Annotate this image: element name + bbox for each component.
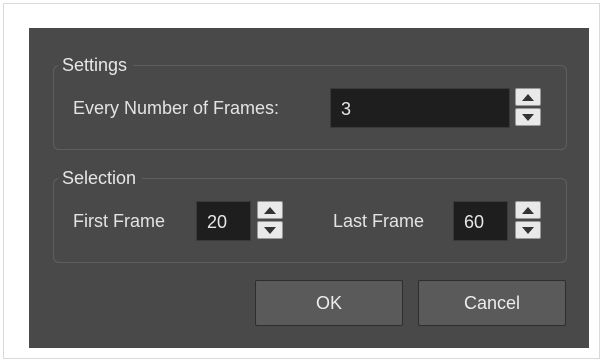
triangle-down-icon	[522, 226, 534, 234]
triangle-up-icon	[522, 206, 534, 214]
last-frame-input[interactable]: 60	[453, 201, 508, 241]
every-number-decrement-button[interactable]	[515, 108, 541, 126]
first-frame-decrement-button[interactable]	[257, 221, 283, 239]
triangle-down-icon	[522, 113, 534, 121]
dialog: Settings Every Number of Frames: 3 Selec…	[29, 28, 589, 348]
last-frame-increment-button[interactable]	[515, 201, 541, 219]
every-number-of-frames-spinner	[515, 88, 541, 128]
first-frame-input[interactable]: 20	[196, 201, 251, 241]
every-number-of-frames-label: Every Number of Frames:	[73, 98, 280, 118]
settings-group-title: Settings	[58, 54, 134, 76]
last-frame-spinner	[515, 201, 541, 241]
triangle-up-icon	[264, 206, 276, 214]
screenshot-frame: Settings Every Number of Frames: 3 Selec…	[3, 3, 600, 359]
last-frame-label: Last Frame	[333, 211, 425, 231]
last-frame-decrement-button[interactable]	[515, 221, 541, 239]
every-number-increment-button[interactable]	[515, 88, 541, 106]
cancel-button[interactable]: Cancel	[418, 280, 566, 326]
ok-button[interactable]: OK	[255, 280, 403, 326]
every-number-of-frames-input[interactable]: 3	[330, 88, 510, 128]
first-frame-increment-button[interactable]	[257, 201, 283, 219]
first-frame-spinner	[257, 201, 283, 241]
first-frame-label: First Frame	[73, 211, 165, 231]
triangle-up-icon	[522, 93, 534, 101]
selection-group-title: Selection	[58, 167, 143, 189]
triangle-down-icon	[264, 226, 276, 234]
